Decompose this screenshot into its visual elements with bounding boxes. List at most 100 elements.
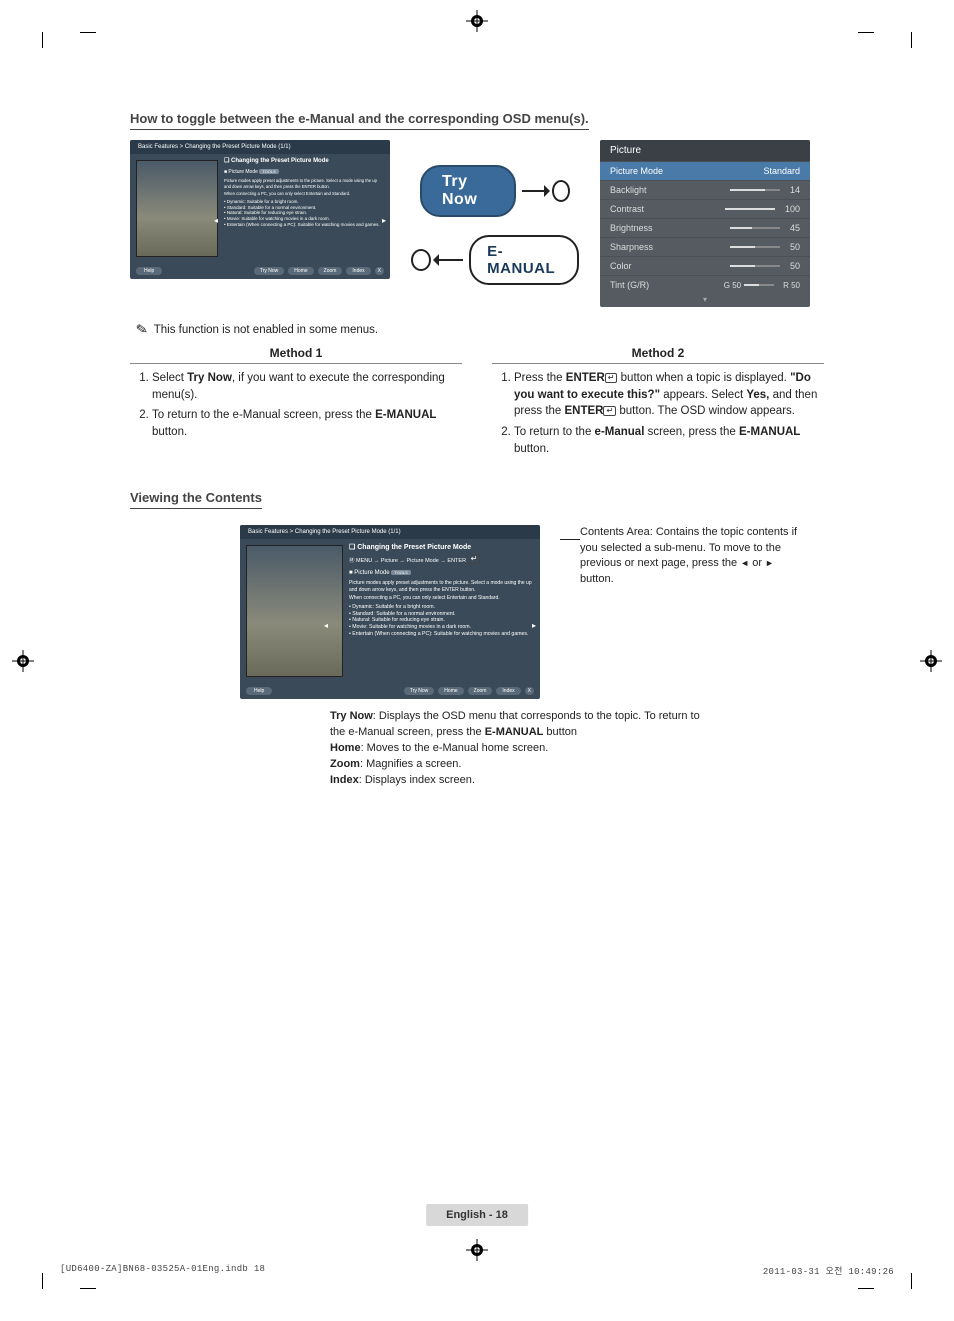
figure-row-top: Basic Features > Changing the Preset Pic… <box>130 140 824 307</box>
emanual-thumbnail <box>136 160 218 257</box>
emanual-label: E-MANUAL <box>375 409 436 421</box>
osd-label: Sharpness <box>610 242 653 252</box>
osd-row-picture-mode[interactable]: Picture Mode Standard <box>600 161 810 180</box>
bullet-entertain: Entertain (When connecting a PC): Suitab… <box>352 631 528 637</box>
osd-value: Standard <box>763 166 800 176</box>
bullet-dynamic: Dynamic: Suitable for a bright room. <box>227 199 299 204</box>
method1-step2: To return to the e-Manual screen, press … <box>152 407 462 440</box>
help-button[interactable]: Help <box>136 267 162 275</box>
osd-value: 50 <box>790 261 800 271</box>
osd-row-contrast[interactable]: Contrast 100 <box>600 199 810 218</box>
section-title-toggle: How to toggle between the e-Manual and t… <box>130 111 589 130</box>
right-triangle-icon: ► <box>765 558 774 568</box>
bullet-dynamic: Dynamic: Suitable for a bright room. <box>352 604 435 610</box>
nav-left-icon: ◂ <box>324 621 328 630</box>
osd-row-backlight[interactable]: Backlight 14 <box>600 180 810 199</box>
help-button[interactable]: Help <box>246 687 272 695</box>
osd-tint-r: R 50 <box>783 281 800 290</box>
page: How to toggle between the e-Manual and t… <box>0 0 954 1321</box>
arrow-right-icon <box>522 190 546 192</box>
emanual-breadcrumb: Basic Features > Changing the Preset Pic… <box>130 140 390 154</box>
nav-right-icon: ▸ <box>532 621 536 630</box>
osd-row-tint[interactable]: Tint (G/R) G 50 R 50 <box>600 275 810 294</box>
trynow-button[interactable]: Try Now <box>254 267 284 275</box>
zoom-button[interactable]: Zoom <box>468 687 493 695</box>
note-icon: ✎ <box>135 320 150 339</box>
osd-row-sharpness[interactable]: Sharpness 50 <box>600 237 810 256</box>
home-button[interactable]: Home <box>438 687 463 695</box>
osd-value: 100 <box>785 204 800 214</box>
zoom-button[interactable]: Zoom <box>318 267 343 275</box>
method-2-title: Method 2 <box>492 346 824 364</box>
section-title-viewing: Viewing the Contents <box>130 490 262 509</box>
emanual-subheading: Picture Mode <box>228 169 257 175</box>
osd-label: Picture Mode <box>610 166 663 176</box>
note-text: This function is not enabled in some men… <box>154 324 378 336</box>
note-row: ✎ This function is not enabled in some m… <box>136 321 824 338</box>
enter-icon: ↵ <box>603 406 616 416</box>
bullet-entertain: Entertain (When connecting a PC): Suitab… <box>227 222 380 227</box>
footer-timestamp: 2011-03-31 오전 10:49:26 <box>763 1264 894 1277</box>
emanual-line2-big: When connecting a PC, you can only selec… <box>349 595 534 602</box>
button-descriptions: Try Now: Displays the OSD menu that corr… <box>330 709 710 789</box>
emanual-line1-big: Picture modes apply preset adjustments t… <box>349 580 534 593</box>
emanual-line1: Picture modes apply preset adjustments t… <box>224 178 384 189</box>
osd-more-icon: ▾ <box>600 294 810 307</box>
osd-label: Contrast <box>610 204 644 214</box>
nav-left-icon: ◂ <box>214 216 218 225</box>
method-1: Method 1 Select Try Now, if you want to … <box>130 346 462 461</box>
osd-value: 45 <box>790 223 800 233</box>
osd-label: Color <box>610 261 632 271</box>
methods-row: Method 1 Select Try Now, if you want to … <box>130 346 824 461</box>
try-now-pill[interactable]: Try Now <box>420 165 516 217</box>
emanual-panel-small: Basic Features > Changing the Preset Pic… <box>130 140 390 279</box>
nav-right-icon: ▸ <box>382 216 386 225</box>
emanual-heading: Changing the Preset Picture Mode <box>231 158 329 164</box>
emanual-pill[interactable]: E-MANUAL <box>469 235 579 285</box>
bullet-standard: Standard: Suitable for a normal environm… <box>227 205 317 210</box>
index-button[interactable]: Index <box>496 687 520 695</box>
emanual-breadcrumb-big: Basic Features > Changing the Preset Pic… <box>240 525 540 539</box>
osd-row-color[interactable]: Color 50 <box>600 256 810 275</box>
trynow-button[interactable]: Try Now <box>404 687 434 695</box>
emanual-thumbnail-big <box>246 545 343 677</box>
bullet-standard: Standard: Suitable for a normal environm… <box>352 611 455 617</box>
tools-badge: TOOLS <box>391 570 411 575</box>
footer-filename: [UD6400-ZA]BN68-03525A-01Eng.indb 18 <box>60 1264 265 1277</box>
try-now-label: Try Now <box>187 372 232 384</box>
osd-row-brightness[interactable]: Brightness 45 <box>600 218 810 237</box>
osd-tint-g: G 50 <box>724 281 741 290</box>
osd-title: Picture <box>600 140 810 161</box>
osd-value: 50 <box>790 242 800 252</box>
bullet-movie: Movie: Suitable for watching movies in a… <box>227 216 330 221</box>
osd-value: 14 <box>790 185 800 195</box>
emanual-heading-big: Changing the Preset Picture Mode <box>357 544 471 551</box>
left-triangle-icon: ◄ <box>740 558 749 568</box>
osd-label: Tint (G/R) <box>610 280 649 290</box>
osd-label: Brightness <box>610 223 653 233</box>
bullet-movie: Movie: Suitable for watching movies in a… <box>352 624 471 630</box>
method-2: Method 2 Press the ENTER↵ button when a … <box>492 346 824 461</box>
osd-label: Backlight <box>610 185 647 195</box>
emanual-panel-big: Basic Features > Changing the Preset Pic… <box>240 525 540 699</box>
arrow-left-icon <box>437 259 463 261</box>
emanual-menu-path: Ⓜ MENU → Picture → Picture Mode → ENTER … <box>349 554 534 565</box>
close-button[interactable]: X <box>525 687 534 695</box>
viewing-section: Viewing the Contents Basic Features > Ch… <box>130 489 824 789</box>
emanual-subheading-big: Picture Mode <box>354 570 389 576</box>
footer-meta: [UD6400-ZA]BN68-03525A-01Eng.indb 18 201… <box>60 1264 894 1277</box>
page-number-bar: English - 18 <box>426 1204 528 1226</box>
method1-step1: Select Try Now, if you want to execute t… <box>152 370 462 403</box>
emanual-line2: When connecting a PC, you can only selec… <box>224 191 384 196</box>
method2-step2: To return to the e-Manual screen, press … <box>514 424 824 457</box>
callout-contents: Contents Area: Contains the topic conten… <box>560 525 800 587</box>
index-button[interactable]: Index <box>346 267 370 275</box>
osd-panel: Picture Picture Mode Standard Backlight … <box>600 140 810 307</box>
close-button[interactable]: X <box>375 267 384 275</box>
home-button[interactable]: Home <box>288 267 313 275</box>
method-1-title: Method 1 <box>130 346 462 364</box>
tools-badge: TOOLS <box>259 169 279 174</box>
enter-icon: ↵ <box>605 373 618 383</box>
pill-column: Try Now E-MANUAL <box>420 140 570 285</box>
bullet-natural: Natural: Suitable for reducing eye strai… <box>352 617 445 623</box>
